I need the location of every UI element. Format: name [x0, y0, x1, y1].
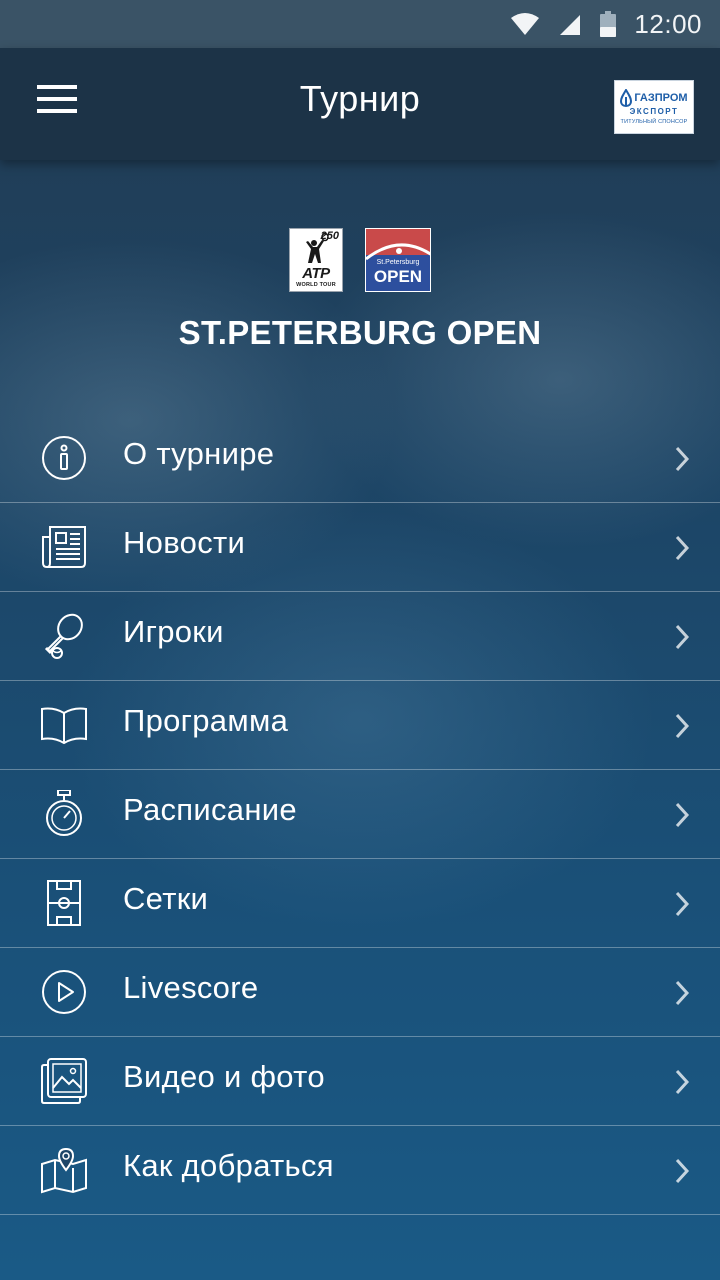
atp-player-icon	[306, 233, 329, 263]
atp-sub: WORLD TOUR	[296, 282, 336, 288]
info-icon	[42, 436, 86, 480]
chevron-right-icon	[675, 1158, 690, 1184]
chevron-right-icon	[675, 980, 690, 1006]
spb-city: St.Petersburg	[376, 259, 420, 266]
sponsor-logo-top: ГАЗПРОМ	[620, 89, 688, 107]
menu-item-label: О турнире	[123, 436, 275, 471]
court-icon	[47, 880, 81, 926]
atp-text: ATP	[302, 265, 330, 282]
chevron-right-icon	[675, 802, 690, 828]
play-circle-icon	[42, 970, 86, 1014]
map-pin-icon	[41, 1147, 87, 1194]
menu-item-players[interactable]: Игроки	[0, 592, 720, 681]
stopwatch-icon	[46, 790, 82, 836]
chevron-right-icon	[675, 891, 690, 917]
menu-item-directions[interactable]: Как добраться	[0, 1126, 720, 1215]
chevron-right-icon	[675, 624, 690, 650]
menu-item-label: Расписание	[123, 792, 297, 827]
tournament-logos: 250 ATP WORLD TOUR St.Petersburg OPEN	[0, 228, 720, 292]
atp-250-logo: 250 ATP WORLD TOUR	[289, 228, 343, 292]
menu-item-label: Игроки	[123, 614, 224, 649]
sponsor-logo[interactable]: ГАЗПРОМ ЭКСПОРТ ТИТУЛЬНЫЙ СПОНСОР	[614, 80, 694, 134]
menu-item-label: Видео и фото	[123, 1059, 325, 1094]
chevron-right-icon	[675, 535, 690, 561]
open-book-icon	[41, 707, 87, 745]
chevron-right-icon	[675, 446, 690, 472]
menu-item-label: Сетки	[123, 881, 209, 916]
sponsor-name: ГАЗПРОМ	[634, 91, 688, 104]
menu-item-label: Livescore	[123, 970, 259, 1005]
st-petersburg-open-logo: St.Petersburg OPEN	[365, 228, 431, 292]
status-time: 12:00	[634, 8, 702, 39]
gazprom-flame-icon	[620, 89, 633, 107]
menu-item-program[interactable]: Программа	[0, 681, 720, 770]
status-bar: 12:00	[0, 0, 720, 48]
menu-item-news[interactable]: Новости	[0, 503, 720, 592]
chevron-right-icon	[675, 713, 690, 739]
app-bar: Турнир ГАЗПРОМ ЭКСПОРТ ТИТУЛЬНЫЙ СПОНСОР	[0, 48, 720, 160]
tennis-racket-icon	[44, 613, 83, 659]
menu-item-label: Как добраться	[123, 1148, 334, 1183]
menu-item-draws[interactable]: Сетки	[0, 859, 720, 948]
menu-item-label: Новости	[123, 525, 246, 560]
menu-item-about[interactable]: О турнире	[0, 414, 720, 503]
spb-logo-arc-icon	[366, 243, 430, 261]
menu-item-schedule[interactable]: Расписание	[0, 770, 720, 859]
chevron-right-icon	[675, 1069, 690, 1095]
signal-icon	[560, 15, 581, 35]
menu-item-livescore[interactable]: Livescore	[0, 948, 720, 1037]
sponsor-caption: ТИТУЛЬНЫЙ СПОНСОР	[620, 119, 688, 125]
sponsor-sub: ЭКСПОРТ	[629, 107, 679, 116]
newspaper-icon	[42, 526, 86, 568]
battery-icon	[600, 11, 617, 37]
menu-item-media[interactable]: Видео и фото	[0, 1037, 720, 1126]
page-title: Турнир	[299, 78, 421, 119]
menu-item-label: Программа	[123, 703, 289, 738]
tournament-name: ST.PETERBURG OPEN	[178, 314, 542, 351]
wifi-icon	[511, 13, 540, 35]
spb-open: OPEN	[373, 267, 423, 286]
menu-list: О турнире Новости Игроки Программа Распи…	[0, 414, 720, 1215]
photo-gallery-icon	[41, 1058, 87, 1104]
